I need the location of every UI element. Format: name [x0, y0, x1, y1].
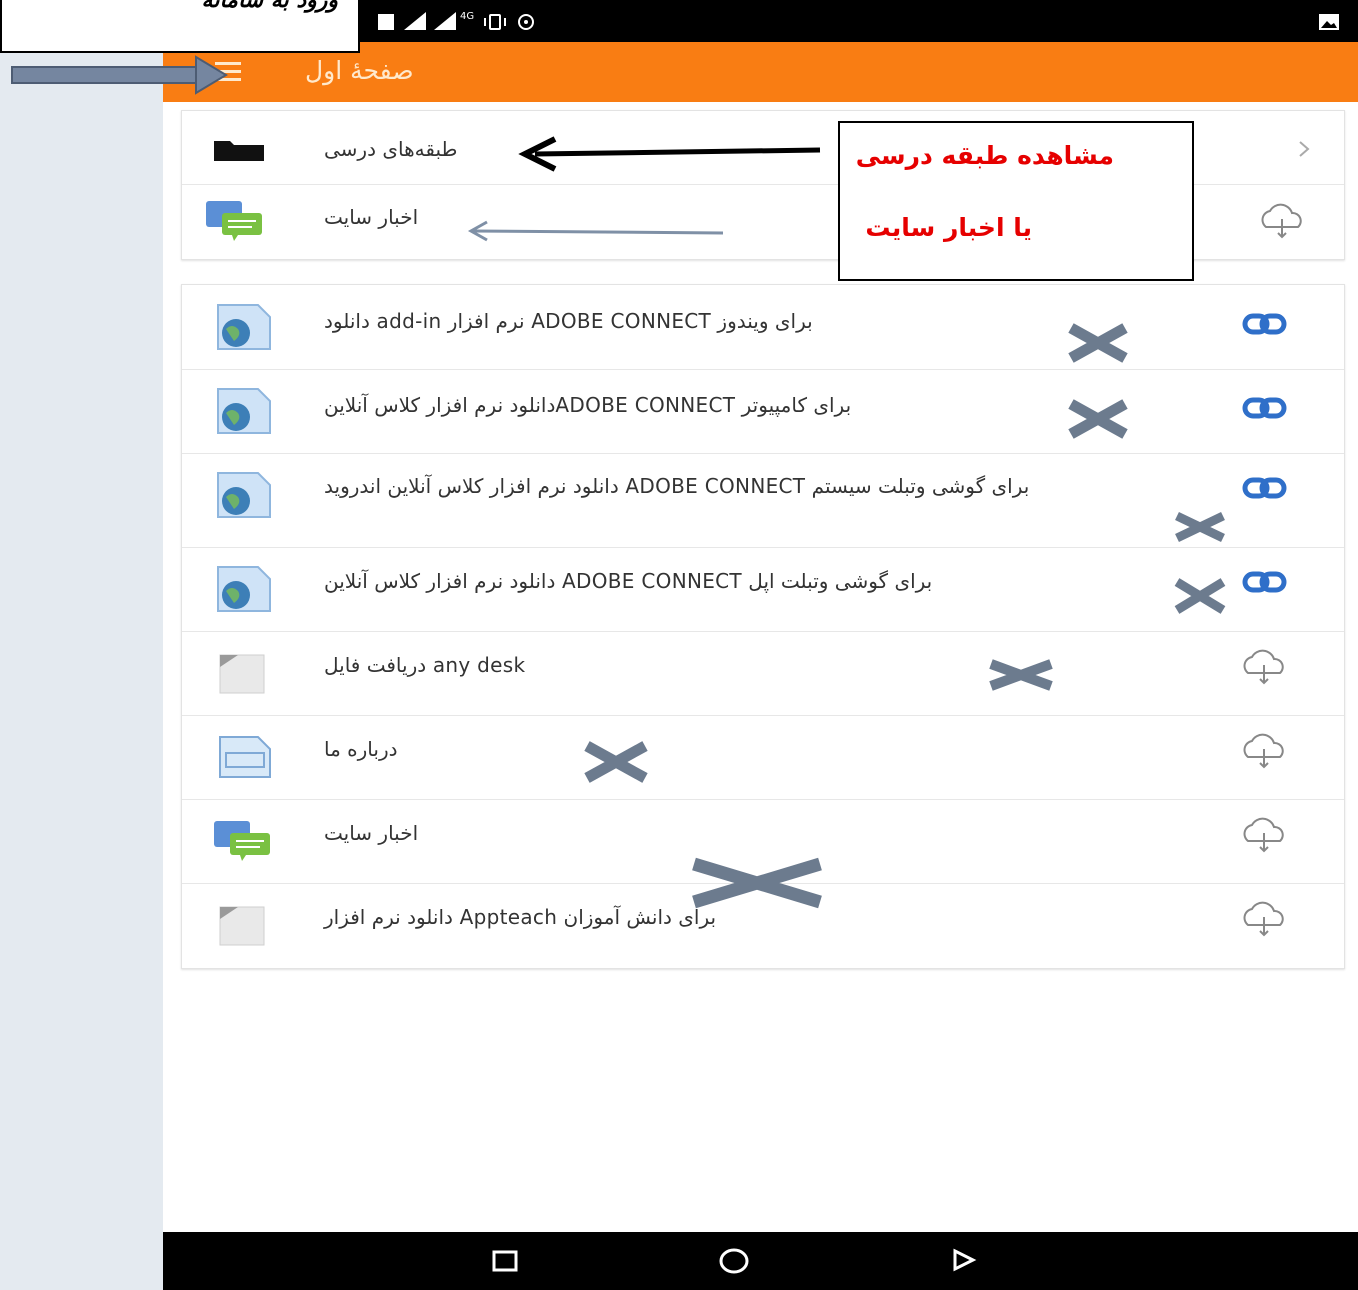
- list-item-label: برای گوشی وتبلت سیستم ADOBE CONNECT دانل…: [324, 474, 1030, 498]
- forum-icon: [214, 821, 270, 861]
- url-globe-icon: [217, 388, 271, 434]
- list-item-label: برای ویندوز ADOBE CONNECT نرم افزار add-…: [324, 309, 813, 333]
- list-item-adobe-pc[interactable]: برای کامپیوتر ADOBE CONNECTدانلود نرم اف…: [182, 369, 1344, 454]
- left-margin: [0, 0, 163, 1290]
- url-globe-icon: [217, 472, 271, 518]
- annotation-callout: مشاهده طبقه درسی یا اخبار سایت: [838, 121, 1194, 281]
- link-icon[interactable]: [1242, 311, 1288, 337]
- annotation-x-mark: [989, 659, 1053, 691]
- cloud-download-icon[interactable]: [1236, 733, 1292, 771]
- folder-icon: [214, 141, 264, 161]
- chevron-right-icon[interactable]: [1297, 139, 1311, 159]
- annotation-arrow-news: [467, 220, 724, 242]
- list-item-label: اخبار سایت: [324, 821, 419, 845]
- svg-text:4G: 4G: [460, 11, 474, 22]
- list-item-adobe-android[interactable]: برای گوشی وتبلت سیستم ADOBE CONNECT دانل…: [182, 453, 1344, 548]
- url-globe-icon: [217, 566, 271, 612]
- list-item-label: طبقه‌های درسی: [324, 137, 458, 161]
- file-icon: [219, 654, 265, 694]
- navigation-bar: [163, 1232, 1358, 1290]
- back-icon[interactable]: [951, 1247, 977, 1273]
- home-icon[interactable]: [718, 1246, 750, 1276]
- annotation-top-label: ورود به سامانه: [0, 0, 360, 53]
- list-item-label: برای گوشی وتبلت اپل ADOBE CONNECT دانلود…: [324, 569, 933, 593]
- status-icons: 4G: [378, 11, 534, 30]
- annotation-arrow-to-menu: [11, 55, 228, 95]
- image-notification-icon: [1319, 14, 1339, 30]
- forum-icon: [206, 201, 262, 241]
- list-item-label: اخبار سایت: [324, 205, 419, 229]
- link-icon[interactable]: [1242, 395, 1288, 421]
- recent-apps-icon[interactable]: [491, 1248, 519, 1274]
- list-item-anydesk[interactable]: any desk دریافت فایل: [182, 631, 1344, 716]
- annotation-callout-line1: مشاهده طبقه درسی: [855, 141, 1114, 170]
- cloud-download-icon[interactable]: [1236, 901, 1292, 939]
- url-globe-icon: [217, 304, 271, 350]
- list-item-label: برای دانش آموزان Appteach دانلود نرم افز…: [324, 905, 717, 929]
- list-item-label: درباره ما: [324, 737, 398, 761]
- cloud-download-icon[interactable]: [1236, 649, 1292, 687]
- annotation-x-mark: [692, 857, 822, 909]
- list-item-label: any desk دریافت فایل: [324, 653, 526, 677]
- link-icon[interactable]: [1242, 475, 1288, 501]
- list-item-adobe-addin[interactable]: برای ویندوز ADOBE CONNECT نرم افزار add-…: [182, 285, 1344, 370]
- page-title: صفحهٔ اول: [305, 56, 414, 85]
- annotation-x-mark: [1068, 399, 1128, 439]
- annotation-x-mark: [1175, 511, 1225, 543]
- annotation-top-label-text: ورود به سامانه: [201, 0, 338, 13]
- page-icon: [219, 736, 271, 778]
- annotation-callout-line2: یا اخبار سایت: [865, 213, 1032, 242]
- list-item-about-us[interactable]: درباره ما: [182, 715, 1344, 800]
- cloud-download-icon[interactable]: [1254, 203, 1310, 241]
- list-item-adobe-ios[interactable]: برای گوشی وتبلت اپل ADOBE CONNECT دانلود…: [182, 547, 1344, 632]
- cloud-download-icon[interactable]: [1236, 817, 1292, 855]
- annotation-x-mark: [1068, 323, 1128, 363]
- annotation-x-mark: [1174, 578, 1226, 614]
- file-icon: [219, 906, 265, 946]
- link-icon[interactable]: [1242, 569, 1288, 595]
- annotation-x-mark: [584, 741, 648, 783]
- list-item-label: برای کامپیوتر ADOBE CONNECTدانلود نرم اف…: [324, 393, 852, 417]
- annotation-arrow-categories: [518, 136, 821, 172]
